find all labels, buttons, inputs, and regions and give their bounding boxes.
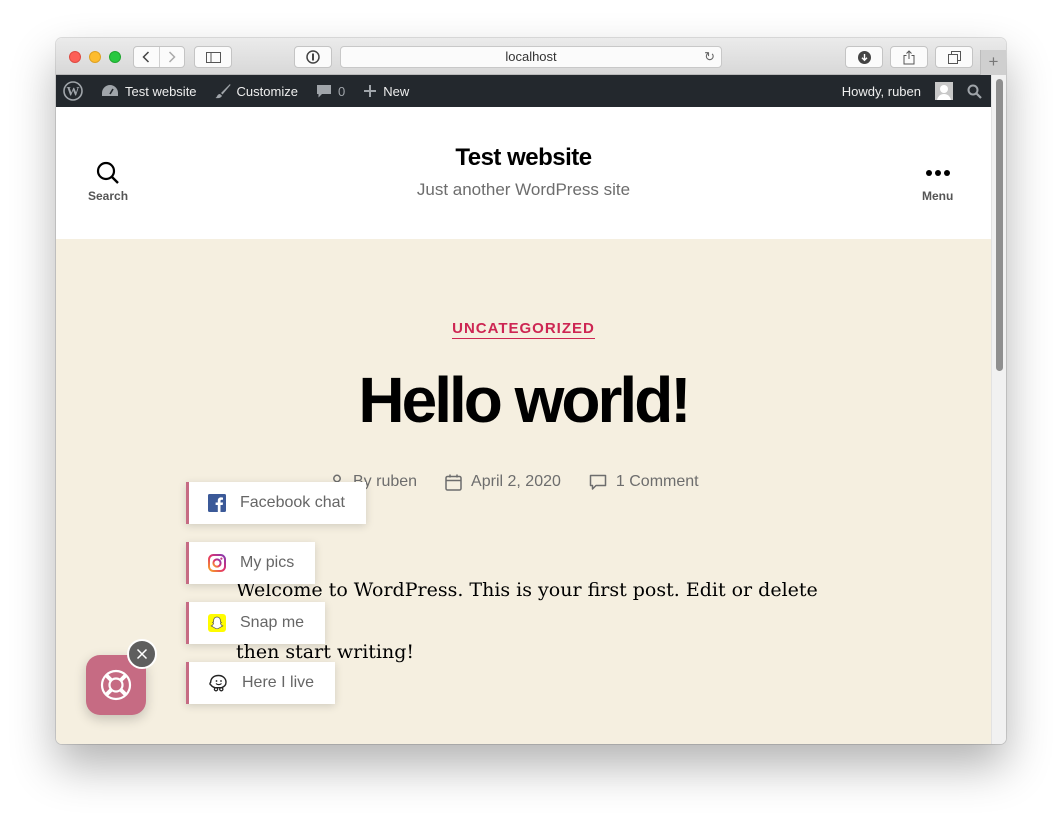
more-dots-icon bbox=[925, 170, 950, 176]
brush-icon bbox=[215, 83, 231, 99]
howdy-label: Howdy, ruben bbox=[841, 83, 921, 99]
site-header: Search Test website Just another WordPre… bbox=[56, 107, 991, 239]
chat-option-facebook[interactable]: Facebook chat bbox=[186, 482, 366, 524]
password-manager-button[interactable] bbox=[294, 46, 332, 68]
onepassword-icon bbox=[306, 50, 320, 64]
reload-icon[interactable]: ↻ bbox=[704, 47, 715, 67]
downloads-button[interactable] bbox=[845, 46, 883, 68]
url-text: localhost bbox=[505, 49, 557, 64]
chat-option-label: Snap me bbox=[240, 614, 305, 631]
wp-logo-button[interactable]: W bbox=[56, 75, 92, 107]
svg-text:W: W bbox=[67, 84, 80, 99]
tabs-overview-button[interactable] bbox=[935, 46, 973, 68]
comments-count: 0 bbox=[337, 83, 346, 99]
minimize-window-button[interactable] bbox=[89, 51, 101, 63]
waze-icon bbox=[209, 674, 227, 692]
comment-icon bbox=[589, 474, 607, 490]
chat-option-label: Facebook chat bbox=[240, 494, 345, 511]
post-title: Hello world! bbox=[358, 364, 691, 436]
comments-link[interactable]: 1 Comment bbox=[616, 473, 699, 491]
new-content-link[interactable]: New bbox=[354, 75, 418, 107]
back-button[interactable] bbox=[134, 47, 159, 67]
new-tab-button[interactable]: + bbox=[980, 50, 1006, 75]
history-nav bbox=[133, 46, 185, 68]
page-scrollbar[interactable] bbox=[991, 75, 1006, 744]
post-category: UNCATEGORIZED bbox=[56, 320, 991, 339]
category-link[interactable]: UNCATEGORIZED bbox=[452, 320, 595, 339]
site-name-link[interactable]: Test website bbox=[92, 75, 206, 107]
excerpt-line: Welcome to WordPress. This is your first… bbox=[236, 579, 818, 632]
post-excerpt: Welcome to WordPress. This is your first… bbox=[236, 575, 836, 668]
customize-label: Customize bbox=[236, 83, 298, 99]
calendar-icon bbox=[445, 474, 462, 491]
site-title[interactable]: Test website bbox=[56, 144, 991, 172]
wp-admin-bar: W Test website Customize 0 New Howdy, ru… bbox=[56, 75, 991, 107]
share-icon bbox=[903, 49, 915, 64]
instagram-icon bbox=[208, 554, 226, 572]
chat-widget-close-button[interactable] bbox=[127, 639, 157, 669]
site-description: Just another WordPress site bbox=[416, 180, 631, 199]
admin-bar-secondary: Howdy, ruben bbox=[833, 75, 991, 107]
new-label: New bbox=[383, 83, 410, 99]
chat-option-label: My pics bbox=[240, 554, 295, 571]
browser-window: localhost ↻ + W Test website Customize 0… bbox=[56, 38, 1006, 744]
my-account-link[interactable]: Howdy, ruben bbox=[833, 75, 957, 107]
menu-toggle-label: Menu bbox=[922, 189, 954, 203]
header-menu-toggle[interactable]: Menu bbox=[922, 161, 953, 203]
close-window-button[interactable] bbox=[69, 51, 81, 63]
dashboard-icon bbox=[101, 83, 119, 99]
lifebuoy-icon bbox=[100, 669, 132, 701]
search-icon bbox=[967, 84, 982, 99]
snapchat-icon bbox=[208, 614, 226, 632]
post-comments: 1 Comment bbox=[589, 473, 699, 491]
chat-option-snapchat[interactable]: Snap me bbox=[186, 602, 326, 644]
address-bar[interactable]: localhost ↻ bbox=[340, 46, 722, 68]
tabs-icon bbox=[947, 50, 961, 64]
close-icon bbox=[136, 648, 148, 660]
facebook-icon bbox=[208, 494, 226, 512]
forward-button[interactable] bbox=[158, 47, 185, 67]
chat-option-instagram[interactable]: My pics bbox=[186, 542, 316, 584]
post-date: April 2, 2020 bbox=[445, 473, 561, 491]
plus-icon bbox=[363, 84, 377, 98]
sidebar-button[interactable] bbox=[194, 46, 232, 68]
comment-bubble-icon bbox=[316, 83, 332, 99]
browser-toolbar: localhost ↻ + bbox=[56, 38, 1006, 75]
scrollbar-thumb[interactable] bbox=[996, 79, 1003, 371]
download-icon bbox=[857, 50, 871, 64]
date-link[interactable]: April 2, 2020 bbox=[471, 473, 561, 491]
share-button[interactable] bbox=[890, 46, 928, 68]
comments-link[interactable]: 0 bbox=[307, 75, 354, 107]
chevron-left-icon bbox=[142, 51, 150, 63]
wordpress-icon: W bbox=[63, 81, 83, 101]
post-meta: By ruben April 2, 2020 1 Comment bbox=[330, 473, 699, 491]
customize-link[interactable]: Customize bbox=[206, 75, 307, 107]
chat-option-label: Here I live bbox=[242, 674, 315, 691]
admin-search-button[interactable] bbox=[957, 75, 991, 107]
sidebar-icon bbox=[205, 51, 221, 63]
chevron-right-icon bbox=[168, 51, 176, 63]
chat-option-waze[interactable]: Here I live bbox=[186, 662, 336, 704]
avatar bbox=[935, 82, 953, 100]
site-name-label: Test website bbox=[125, 83, 197, 99]
zoom-window-button[interactable] bbox=[109, 51, 121, 63]
